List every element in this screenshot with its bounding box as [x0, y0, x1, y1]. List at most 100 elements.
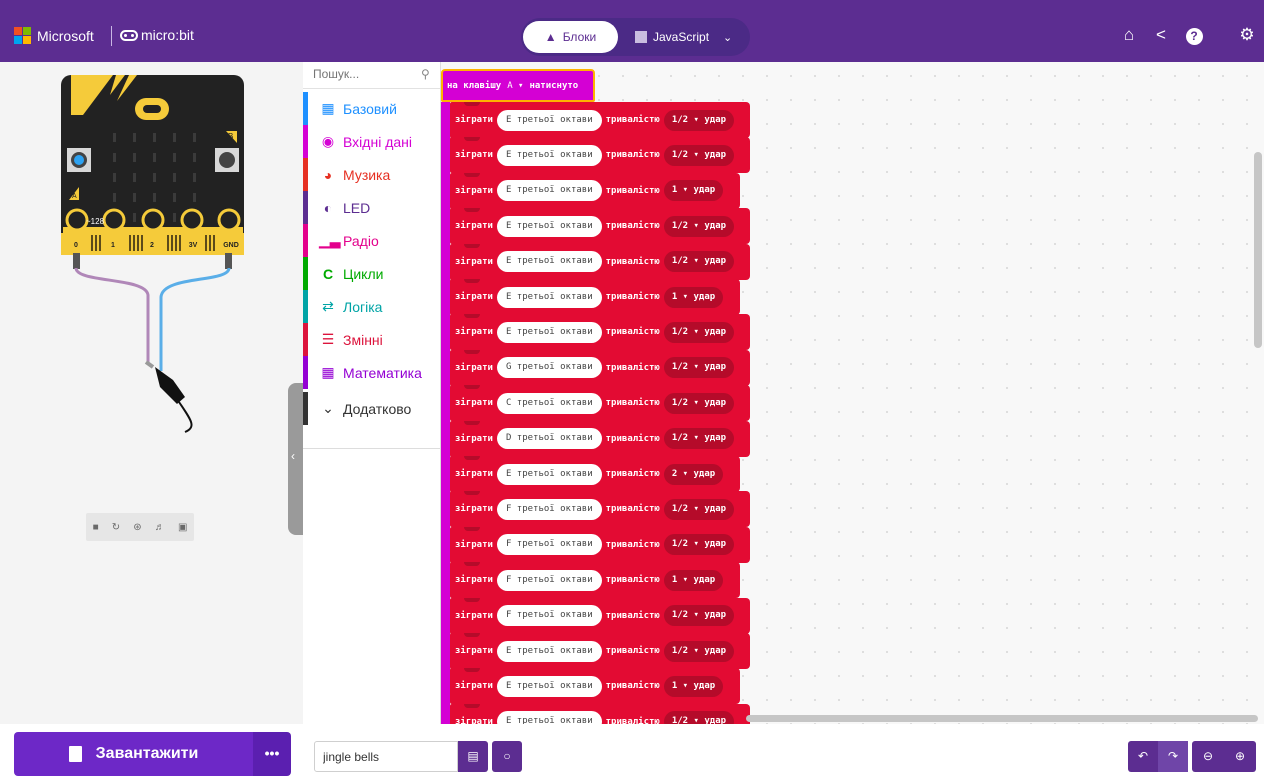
mute-icon[interactable]: ♬ — [155, 522, 165, 533]
microbit-logo[interactable]: micro:bit — [120, 27, 194, 43]
note-pitch-field[interactable]: E третьої октави — [496, 711, 602, 724]
note-pitch-field[interactable]: E третьої октави — [496, 463, 602, 485]
settings-icon[interactable]: ⚙ — [1236, 24, 1258, 46]
note-pitch-field[interactable]: C третьої октави — [496, 392, 602, 414]
zoom-in-button[interactable]: ⊕ — [1224, 741, 1256, 772]
category-music[interactable]: ◕ Музика — [303, 158, 440, 191]
chevron-down-icon[interactable]: ⌄ — [723, 31, 732, 44]
category-led[interactable]: ◐ LED — [303, 191, 440, 224]
undo-button[interactable]: ↶ — [1128, 741, 1158, 772]
debug-icon[interactable]: ⊛ — [133, 522, 141, 533]
note-pitch-field[interactable]: E третьої октави — [496, 675, 602, 697]
microsoft-logo[interactable]: Microsoft — [14, 27, 94, 44]
category-logic[interactable]: ⇄ Логіка — [303, 290, 440, 323]
pin-1[interactable] — [102, 208, 126, 232]
beat-dropdown[interactable]: 1 ▾ удар — [663, 569, 724, 591]
help-icon[interactable]: ? — [1183, 24, 1205, 46]
play-tone-block[interactable]: зіграти E третьої октави тривалістю 1/2 ▾ у… — [450, 633, 750, 669]
category-loops[interactable]: C Цикли — [303, 257, 440, 290]
zoom-out-button[interactable]: ⊖ — [1192, 741, 1224, 772]
beat-dropdown[interactable]: 1 ▾ удар — [663, 286, 724, 308]
play-tone-block[interactable]: зіграти E третьої октави тривалістю 1/2 ▾ у… — [450, 102, 750, 138]
note-pitch-field[interactable]: E третьої октави — [496, 251, 602, 273]
note-pitch-field[interactable]: E третьої октави — [496, 215, 602, 237]
play-tone-block[interactable]: зіграти E третьої октави тривалістю 1/2 ▾ у… — [450, 703, 750, 724]
play-tone-block[interactable]: зіграти C третьої октави тривалістю 1/2 ▾ у… — [450, 385, 750, 422]
more-options-button[interactable]: ••• — [253, 732, 291, 776]
note-pitch-field[interactable]: F третьої октави — [496, 534, 602, 556]
collapse-simulator-handle[interactable]: ‹ — [288, 383, 303, 535]
beat-dropdown[interactable]: 1/2 ▾ удар — [663, 640, 735, 662]
beat-dropdown[interactable]: 1/2 ▾ удар — [663, 357, 735, 379]
restart-icon[interactable]: ↻ — [112, 522, 120, 533]
beat-dropdown[interactable]: 1/2 ▾ удар — [663, 215, 735, 237]
category-math[interactable]: ▦ Математика — [303, 356, 440, 389]
category-variables[interactable]: ☰ Змінні — [303, 323, 440, 356]
search-icon[interactable]: ⚲ — [421, 67, 430, 81]
play-tone-block[interactable]: зіграти F третьої октави тривалістю 1/2 ▾ у… — [450, 491, 750, 528]
note-pitch-field[interactable]: E третьої октави — [496, 180, 602, 202]
category-advanced[interactable]: ⌄ Додатково — [303, 392, 440, 425]
play-tone-block[interactable]: зіграти D третьої октави тривалістю 1/2 ▾ у… — [450, 420, 750, 457]
play-tone-block[interactable]: зіграти E третьої октави тривалістю 1 ▾ уда… — [450, 172, 740, 209]
play-tone-block[interactable]: зіграти F третьої октави тривалістю 1 ▾ уда… — [450, 562, 740, 599]
note-pitch-field[interactable]: F третьої октави — [496, 569, 602, 591]
github-button[interactable]: ○ — [492, 741, 522, 772]
button-b[interactable] — [215, 148, 239, 172]
vertical-scrollbar[interactable] — [1254, 152, 1262, 348]
tab-blocks[interactable]: ▲ Блоки — [523, 21, 618, 53]
blocks-workspace[interactable]: на клавішу A ▾ натиснуто зіграти E третьо… — [441, 62, 1264, 724]
note-pitch-field[interactable]: E третьої октави — [496, 640, 602, 662]
note-pitch-field[interactable]: D третьої октави — [496, 428, 602, 450]
save-button[interactable]: ▤ — [458, 741, 488, 772]
play-tone-block[interactable]: зіграти E третьої октави тривалістю 1 ▾ уда… — [450, 279, 740, 315]
share-icon[interactable]: < — [1150, 24, 1172, 46]
note-pitch-field[interactable]: E третьої октави — [496, 321, 602, 343]
note-pitch-field[interactable]: F третьої октави — [496, 498, 602, 520]
beat-dropdown[interactable]: 1/2 ▾ удар — [663, 392, 735, 414]
pin-gnd[interactable] — [217, 208, 241, 232]
play-tone-block[interactable]: зіграти E третьої октави тривалістю 1 ▾ уда… — [450, 668, 740, 705]
home-icon[interactable]: ⌂ — [1118, 24, 1140, 46]
on-button-pressed-block[interactable]: на клавішу A ▾ натиснуто — [441, 69, 595, 102]
play-tone-block[interactable]: зіграти E третьої октави тривалістю 1/2 ▾ у… — [450, 137, 750, 174]
pin-0[interactable] — [65, 208, 89, 232]
play-tone-block[interactable]: зіграти E третьої октави тривалістю 1/2 ▾ у… — [450, 314, 750, 351]
button-a[interactable] — [67, 148, 91, 172]
beat-dropdown[interactable]: 1/2 ▾ удар — [663, 109, 735, 131]
project-name-input[interactable] — [314, 741, 458, 772]
note-pitch-field[interactable]: E третьої октави — [496, 144, 602, 166]
beat-dropdown[interactable]: 1/2 ▾ удар — [663, 321, 735, 343]
beat-dropdown[interactable]: 2 ▾ удар — [663, 463, 724, 485]
beat-dropdown[interactable]: 1 ▾ удар — [663, 675, 724, 697]
beat-dropdown[interactable]: 1/2 ▾ удар — [663, 605, 735, 627]
play-tone-block[interactable]: зіграти F третьої октави тривалістю 1/2 ▾ у… — [450, 597, 750, 634]
microbit-board[interactable]: B A ~128 0 1 2 3V GND — [61, 75, 245, 445]
beat-dropdown[interactable]: 1/2 ▾ удар — [663, 498, 735, 520]
beat-dropdown[interactable]: 1 ▾ удар — [663, 180, 724, 202]
beat-dropdown[interactable]: 1/2 ▾ удар — [663, 711, 735, 724]
download-button[interactable]: Завантажити — [14, 732, 253, 776]
tab-javascript[interactable]: JavaScript ⌄ — [629, 21, 747, 53]
pin-2[interactable] — [141, 208, 165, 232]
note-pitch-field[interactable]: E третьої октави — [496, 109, 602, 131]
fullscreen-icon[interactable]: ▣ — [178, 522, 187, 533]
category-radio[interactable]: ▁▃ Радіо — [303, 224, 440, 257]
note-pitch-field[interactable]: F третьої октави — [496, 605, 602, 627]
horizontal-scrollbar[interactable] — [746, 715, 1258, 722]
play-tone-block[interactable]: зіграти E третьої октави тривалістю 1/2 ▾ у… — [450, 208, 750, 245]
redo-button[interactable]: ↷ — [1158, 741, 1188, 772]
beat-dropdown[interactable]: 1/2 ▾ удар — [663, 251, 735, 273]
category-input[interactable]: ◉ Вхідні дані — [303, 125, 440, 158]
beat-dropdown[interactable]: 1/2 ▾ удар — [663, 534, 735, 556]
note-pitch-field[interactable]: E третьої октави — [496, 286, 602, 308]
play-tone-block[interactable]: зіграти E третьої октави тривалістю 2 ▾ уда… — [450, 456, 740, 492]
beat-dropdown[interactable]: 1/2 ▾ удар — [663, 428, 735, 450]
play-tone-block[interactable]: зіграти F третьої октави тривалістю 1/2 ▾ у… — [450, 526, 750, 563]
category-basic[interactable]: ▦ Базовий — [303, 92, 440, 125]
note-pitch-field[interactable]: G третьої октави — [496, 357, 602, 379]
search-input[interactable] — [313, 67, 413, 81]
pin-3v[interactable] — [180, 208, 204, 232]
beat-dropdown[interactable]: 1/2 ▾ удар — [663, 144, 735, 166]
stop-icon[interactable]: ■ — [93, 522, 99, 533]
